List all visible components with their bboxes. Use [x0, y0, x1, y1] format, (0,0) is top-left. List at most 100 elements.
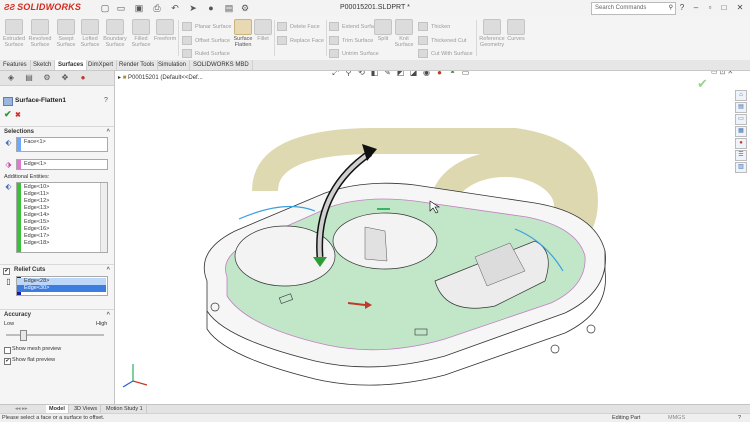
search-icon[interactable]: ⚲: [669, 3, 673, 14]
graphics-area[interactable]: ▸ ■ P00015201 (Default<<Def... ⤢ ⚲ ⟲ ◧ ✎…: [115, 71, 750, 404]
view-orientation-icon[interactable]: ◩: [396, 71, 405, 77]
new-document-icon[interactable]: ▢: [100, 3, 110, 13]
hide-show-items-icon[interactable]: ◉: [422, 71, 431, 77]
model-3d-view[interactable]: [115, 81, 735, 401]
list-item[interactable]: Edge<12>: [17, 198, 99, 205]
list-scrollbar[interactable]: [100, 183, 107, 252]
tab-features[interactable]: Features: [0, 60, 31, 70]
knit-surface-button[interactable]: Knit Surface: [393, 19, 415, 48]
display-manager-icon[interactable]: ●: [76, 73, 90, 83]
selections-header[interactable]: Selections ^: [0, 126, 114, 136]
appearances-icon[interactable]: ●: [735, 138, 747, 149]
face-selection-field[interactable]: Face<1>: [16, 137, 108, 152]
trim-surface-button[interactable]: Trim Surface: [329, 36, 373, 45]
relief-cuts-checkbox[interactable]: ✔: [3, 268, 10, 275]
options-gear-icon[interactable]: ⚙: [240, 3, 250, 13]
display-style-icon[interactable]: ◪: [409, 71, 418, 77]
zoom-to-fit-icon[interactable]: ⤢: [331, 71, 340, 77]
thickened-cut-button[interactable]: Thickened Cut: [418, 36, 466, 45]
dynamic-annotation-icon[interactable]: ✎: [383, 71, 392, 77]
maximize-button[interactable]: □: [718, 2, 730, 13]
list-item[interactable]: Edge<28>: [17, 278, 106, 285]
file-properties-icon[interactable]: ▤: [224, 3, 234, 13]
tab-surfaces[interactable]: Surfaces: [55, 60, 88, 70]
cut-with-surface-button[interactable]: Cut With Surface: [418, 49, 473, 58]
configuration-manager-icon[interactable]: ⚙: [40, 73, 54, 83]
show-flat-preview-checkbox[interactable]: ✔: [4, 358, 11, 365]
dimxpert-manager-icon[interactable]: ✥: [58, 73, 72, 83]
tab-sketch[interactable]: Sketch: [30, 60, 56, 70]
close-button[interactable]: ✕: [734, 2, 746, 13]
thicken-button[interactable]: Thicken: [418, 22, 450, 31]
planar-surface-button[interactable]: Planar Surface: [182, 22, 231, 31]
list-item[interactable]: Edge<18>: [17, 240, 99, 247]
rebuild-icon[interactable]: ●: [206, 3, 216, 13]
reference-geometry-button[interactable]: Reference Geometry: [478, 19, 506, 48]
open-file-icon[interactable]: ▭: [116, 3, 126, 13]
list-item[interactable]: Edge<14>: [17, 212, 99, 219]
curves-button[interactable]: Curves: [506, 19, 526, 42]
property-manager-icon[interactable]: ▤: [22, 73, 36, 83]
restore-button[interactable]: ▫: [704, 2, 716, 13]
search-commands-input[interactable]: Search Commands ⚲: [591, 2, 676, 15]
save-icon[interactable]: ▣: [134, 3, 144, 13]
list-item[interactable]: Edge<15>: [17, 219, 99, 226]
help-icon[interactable]: ?: [676, 2, 688, 13]
feature-manager-icon[interactable]: ◈: [4, 73, 18, 83]
replace-face-button[interactable]: Replace Face: [277, 36, 324, 45]
relief-cuts-header[interactable]: ✔ Relief Cuts ^: [0, 264, 114, 275]
solidworks-resources-icon[interactable]: ⌂: [735, 90, 747, 101]
extend-surface-button[interactable]: Extend Surface: [329, 22, 380, 31]
filled-surface-button[interactable]: Filled Surface: [129, 19, 153, 48]
swept-surface-button[interactable]: Swept Surface: [54, 19, 78, 48]
tab-render-tools[interactable]: Render Tools: [116, 60, 159, 70]
tab-dimxpert[interactable]: DimXpert: [85, 60, 118, 70]
show-mesh-preview-checkbox[interactable]: [4, 347, 11, 354]
zoom-to-area-icon[interactable]: ⚲: [344, 71, 353, 77]
view-palette-icon[interactable]: ▦: [735, 126, 747, 137]
accuracy-slider-thumb[interactable]: [19, 330, 27, 341]
view-settings-icon[interactable]: ▭: [461, 71, 470, 77]
solidworks-forum-icon[interactable]: ▥: [735, 162, 747, 173]
file-explorer-icon[interactable]: ▭: [735, 114, 747, 125]
list-item[interactable]: Edge<30>: [17, 285, 106, 292]
boundary-surface-button[interactable]: Boundary Surface: [102, 19, 128, 48]
apply-scene-icon[interactable]: ◓: [448, 71, 457, 77]
lofted-surface-button[interactable]: Lofted Surface: [78, 19, 102, 48]
list-item[interactable]: Edge<10>: [17, 184, 99, 191]
list-item[interactable]: Edge<17>: [17, 233, 99, 240]
select-icon[interactable]: ➤: [188, 3, 198, 13]
edit-appearance-icon[interactable]: ●: [435, 71, 444, 77]
collapse-icon[interactable]: ^: [106, 265, 110, 275]
fillet-button[interactable]: Fillet: [254, 19, 272, 42]
additional-entities-list[interactable]: Edge<10> Edge<11> Edge<12> Edge<13> Edge<14>…: [16, 182, 108, 253]
print-icon[interactable]: ⎙: [152, 3, 162, 13]
collapse-icon[interactable]: ^: [106, 310, 110, 320]
ruled-surface-button[interactable]: Ruled Surface: [182, 49, 230, 58]
extruded-surface-button[interactable]: Extruded Surface: [2, 19, 26, 48]
list-item[interactable]: Edge<11>: [17, 191, 99, 198]
custom-properties-icon[interactable]: ☰: [735, 150, 747, 161]
design-library-icon[interactable]: ▤: [735, 102, 747, 113]
edge-selection-field[interactable]: Edge<1>: [16, 159, 108, 170]
minimize-button[interactable]: –: [690, 2, 702, 13]
undo-icon[interactable]: ↶: [170, 3, 180, 13]
freeform-button[interactable]: Freeform: [153, 19, 177, 42]
surface-flatten-button[interactable]: Surface Flatten: [232, 19, 254, 48]
tab-simulation[interactable]: Simulation: [155, 60, 191, 70]
untrim-surface-button[interactable]: Untrim Surface: [329, 49, 379, 58]
list-item[interactable]: Edge<13>: [17, 205, 99, 212]
collapse-icon[interactable]: ^: [106, 127, 110, 137]
revolved-surface-button[interactable]: Revolved Surface: [28, 19, 52, 48]
delete-face-button[interactable]: Delete Face: [277, 22, 320, 31]
offset-surface-button[interactable]: Offset Surface: [182, 36, 230, 45]
help-icon[interactable]: ?: [104, 97, 108, 104]
ok-button[interactable]: ✔: [4, 109, 12, 120]
viewport-window-controls[interactable]: ▭ ⊡ ✕: [711, 71, 733, 76]
flyout-feature-tree[interactable]: ▸ ■ P00015201 (Default<<Def...: [118, 74, 203, 81]
list-item[interactable]: Edge<16>: [17, 226, 99, 233]
solidworks-logo[interactable]: ƧƧ SOLIDWORKS: [4, 2, 81, 14]
split-button[interactable]: Split: [374, 19, 392, 42]
section-view-icon[interactable]: ◧: [370, 71, 379, 77]
tab-solidworks-mbd[interactable]: SOLIDWORKS MBD: [190, 60, 253, 70]
